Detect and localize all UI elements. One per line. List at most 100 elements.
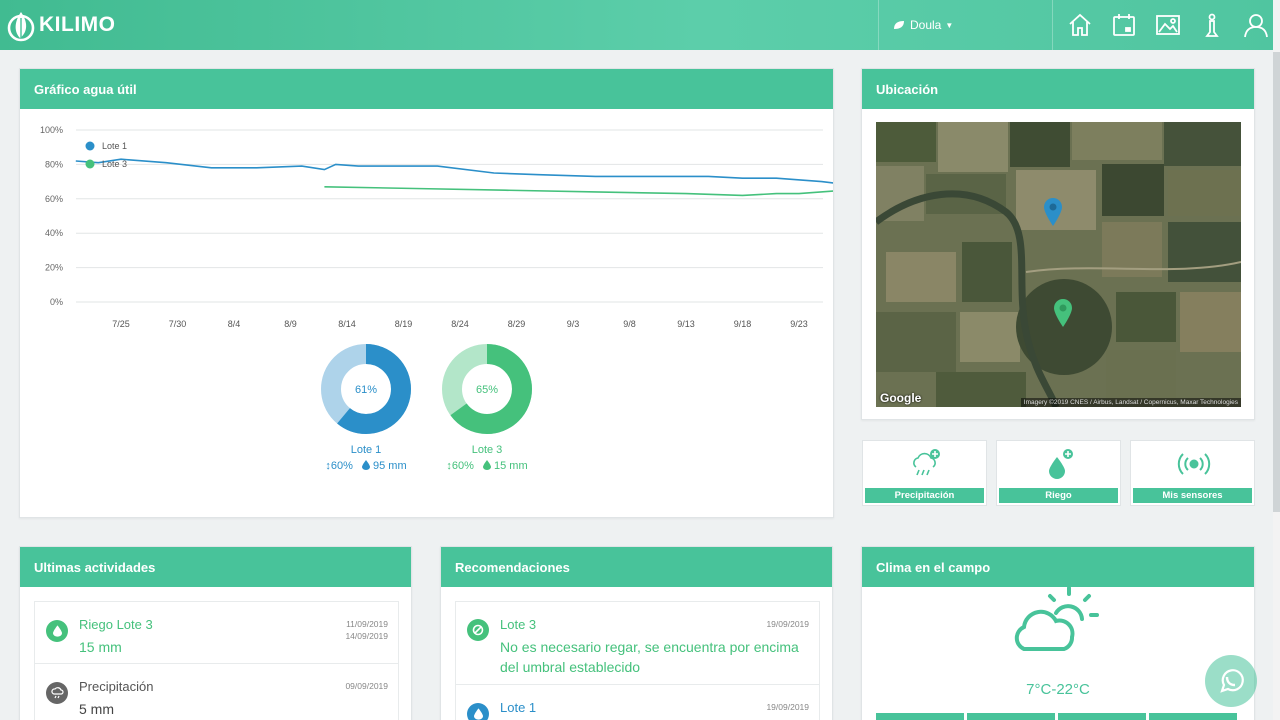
- weather-card: Clima en el campo 7°C-22°C: [861, 546, 1255, 720]
- water-line-chart: 100% 80% 60% 40% 20% 0% 7/25 7/30 8/4 8/9 8/14 8/19…: [40, 125, 833, 329]
- activity-title: Precipitación: [79, 679, 154, 694]
- drop-plus-icon: [1049, 449, 1073, 479]
- legend-label: Lote 1: [102, 141, 127, 151]
- legend-label: Lote 3: [102, 159, 127, 169]
- x-tick-label: 9/8: [623, 319, 636, 329]
- recommendation-item[interactable]: Lote 3 No es necesario regar, se encuent…: [455, 601, 820, 685]
- water-chart-title: Gráfico agua útil: [20, 69, 833, 109]
- water-chart-card: Gráfico agua útil 100% 80% 60% 40% 20% 0% 7/25…: [19, 68, 834, 518]
- x-tick-label: 8/24: [451, 319, 469, 329]
- x-tick-label: 9/13: [677, 319, 695, 329]
- donut-lote3[interactable]: 65% Lote 3 ↕60% 15 mm: [432, 343, 542, 472]
- whatsapp-button[interactable]: [1205, 655, 1257, 707]
- activity-date-end: 14/09/2019: [345, 631, 388, 641]
- add-irrigation-button[interactable]: Riego: [996, 440, 1121, 506]
- donut-percent-lote1: 61%: [355, 384, 377, 396]
- nav-calendar[interactable]: [1102, 0, 1146, 50]
- donut-chart-lote3: 65%: [442, 344, 532, 434]
- donut-percent-lote3: 65%: [476, 384, 498, 396]
- leaf-icon: [894, 21, 904, 29]
- activities-title: Ultimas actividades: [20, 547, 411, 587]
- threshold-value: 60%: [330, 460, 353, 472]
- y-tick-label: 40%: [45, 228, 63, 238]
- main-nav: [1058, 0, 1278, 50]
- drop-icon: [467, 703, 489, 720]
- activity-item[interactable]: Precipitación 5 mm 09/09/2019: [34, 663, 399, 720]
- rain-plus-icon: [913, 449, 940, 476]
- forecast-tab[interactable]: [1058, 713, 1146, 720]
- google-logo: Google: [880, 391, 922, 405]
- map-imagery: [876, 122, 1241, 407]
- x-tick-label: 8/19: [395, 319, 413, 329]
- nav-home[interactable]: [1058, 0, 1102, 50]
- donut-chart-lote1: 61%: [321, 344, 411, 434]
- caret-down-icon: ▼: [945, 20, 954, 30]
- recommendations-card: Recomendaciones Lote 3 No es necesario r…: [440, 546, 833, 720]
- forecast-tab[interactable]: [876, 713, 964, 720]
- x-tick-label: 8/14: [338, 319, 356, 329]
- nav-sensors[interactable]: [1190, 0, 1234, 50]
- map-pin-lote3-icon[interactable]: [1053, 298, 1073, 328]
- y-tick-label: 100%: [40, 125, 63, 135]
- sensors-label: Mis sensores: [1133, 488, 1252, 503]
- weather-title: Clima en el campo: [862, 547, 1254, 587]
- donut-label-lote1: Lote 1: [350, 444, 382, 456]
- legend-marker: [85, 159, 95, 169]
- temperature-range: 7°C-22°C: [1026, 681, 1090, 698]
- activity-dates: 09/09/2019: [345, 680, 388, 692]
- activity-value: 5 mm: [79, 701, 114, 717]
- app-name: KILIMO: [39, 13, 116, 36]
- my-sensors-button[interactable]: Mis sensores: [1130, 440, 1255, 506]
- app-logo[interactable]: KILIMO: [6, 4, 116, 46]
- drop-icon: [46, 620, 68, 642]
- water-value: 95 mm: [373, 460, 407, 472]
- activity-date-start: 11/09/2019: [346, 619, 388, 629]
- donut-lote1[interactable]: 61% Lote 1 ↕60% 95 mm: [311, 343, 421, 472]
- x-tick-label: 7/25: [112, 319, 130, 329]
- location-card: Ubicación Google Imagery ©2019 CNES / Ai…: [861, 68, 1255, 420]
- forecast-tab[interactable]: [967, 713, 1055, 720]
- recommendation-date: 19/09/2019: [766, 702, 809, 712]
- farm-name: Doula: [910, 18, 942, 32]
- recommendation-title: Lote 1: [500, 700, 537, 715]
- y-tick-label: 20%: [45, 263, 63, 273]
- recommendation-item[interactable]: Lote 1 19/09/2019: [455, 684, 820, 720]
- calendar-icon: [1113, 14, 1135, 36]
- leaf-logo-icon: [7, 12, 35, 42]
- y-tick-label: 0%: [50, 297, 63, 307]
- y-tick-label: 60%: [45, 194, 63, 204]
- forecast-tab[interactable]: [1149, 713, 1237, 720]
- recommendation-text: No es necesario regar, se encuentra por …: [500, 639, 799, 675]
- partly-cloudy-icon: [1014, 586, 1099, 651]
- whatsapp-icon: [1220, 669, 1244, 693]
- activity-value: 15 mm: [79, 639, 122, 655]
- image-icon: [1156, 15, 1180, 35]
- precipitation-label: Precipitación: [865, 488, 984, 503]
- satellite-map[interactable]: Google Imagery ©2019 CNES / Airbus, Land…: [876, 122, 1241, 407]
- top-bar: KILIMO Doula ▼: [0, 0, 1280, 50]
- threshold-value: 60%: [451, 460, 474, 472]
- recommendations-title: Recomendaciones: [441, 547, 832, 587]
- recommendation-date: 19/09/2019: [766, 619, 809, 629]
- user-icon: [1244, 14, 1268, 38]
- map-pin-lote1-icon[interactable]: [1043, 197, 1063, 227]
- page-scrollbar-thumb[interactable]: [1273, 52, 1280, 512]
- farm-selector[interactable]: Doula ▼: [878, 0, 1053, 50]
- x-tick-label: 8/9: [284, 319, 297, 329]
- nav-gallery[interactable]: [1146, 0, 1190, 50]
- add-precipitation-button[interactable]: Precipitación: [862, 440, 987, 506]
- x-tick-label: 8/4: [228, 319, 241, 329]
- forecast-tabs: [876, 713, 1237, 720]
- nav-profile[interactable]: [1234, 0, 1278, 50]
- activity-item[interactable]: Riego Lote 3 15 mm 11/09/2019 14/09/2019: [34, 601, 399, 664]
- irrigation-label: Riego: [999, 488, 1118, 503]
- activity-date-start: 09/09/2019: [345, 681, 388, 691]
- x-tick-label: 8/29: [508, 319, 526, 329]
- sensor-probe-icon: [1205, 13, 1219, 37]
- sensor-signal-icon: [1177, 453, 1211, 475]
- donut-stats-lote1: ↕60% 95 mm: [311, 460, 421, 472]
- donut-stats-lote3: ↕60% 15 mm: [432, 460, 542, 472]
- location-title: Ubicación: [862, 69, 1254, 109]
- activities-card: Ultimas actividades Riego Lote 3 15 mm 1…: [19, 546, 412, 720]
- home-icon: [1069, 13, 1091, 36]
